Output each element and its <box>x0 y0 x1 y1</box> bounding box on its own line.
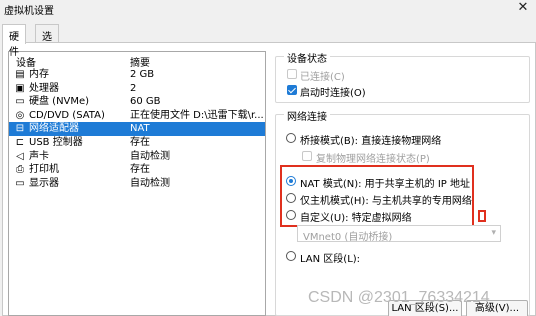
watermark: CSDN @2301_76334214 <box>308 289 490 306</box>
device-row-usb[interactable]: ⊏ USB 控制器 存在 <box>9 136 265 150</box>
device-row-printer[interactable]: ⎙ 打印机 存在 <box>9 163 265 177</box>
lan-segment-radio[interactable] <box>286 251 296 261</box>
device-name: CD/DVD (SATA) <box>29 109 105 121</box>
device-row-display[interactable]: ▭ 显示器 自动检测 <box>9 177 265 191</box>
device-name: 打印机 <box>29 164 59 176</box>
column-summary[interactable]: 摘要 <box>130 54 150 69</box>
device-list-header: 设备 摘要 <box>9 52 265 69</box>
custom-radio[interactable] <box>286 210 296 220</box>
lan-segment-label: LAN 区段(L): <box>300 254 361 265</box>
replicate-checkbox[interactable] <box>302 151 312 161</box>
usb-icon: ⊏ <box>15 136 25 148</box>
device-summary: 正在使用文件 D:\迅雷下载\r... <box>130 109 264 121</box>
connect-at-power-on-label: 启动时连接(O) <box>300 88 366 99</box>
connected-checkbox[interactable] <box>287 69 297 79</box>
device-list: 设备 摘要 ▤ 内存 2 GB ▣ 处理器 2 ▭ 硬盘 (NVMe) 60 G… <box>8 51 266 316</box>
printer-icon: ⎙ <box>16 164 24 176</box>
vm-settings-window: 虚拟机设置 ✕ 硬件 选项 设备 摘要 ▤ 内存 2 GB ▣ 处理器 2 ▭ … <box>0 0 536 316</box>
bridged-radio[interactable] <box>286 133 296 143</box>
device-summary: 2 <box>130 82 137 94</box>
tab-hardware[interactable]: 硬件 <box>2 24 26 58</box>
chevron-down-icon: ▾ <box>491 228 496 238</box>
connect-at-power-on-checkbox[interactable] <box>287 85 297 95</box>
device-name: 显示器 <box>29 177 59 189</box>
sound-icon: ◁ <box>16 150 24 162</box>
close-icon[interactable]: ✕ <box>516 1 530 15</box>
device-summary: 自动检测 <box>130 177 170 189</box>
device-row-sound[interactable]: ◁ 声卡 自动检测 <box>9 150 265 164</box>
device-rows: ▤ 内存 2 GB ▣ 处理器 2 ▭ 硬盘 (NVMe) 60 GB ◎ CD… <box>9 68 265 190</box>
connected-label: 已连接(C) <box>300 72 345 83</box>
device-name: 硬盘 (NVMe) <box>29 96 90 108</box>
host-only-label: 仅主机模式(H): 与主机共享的专用网络 <box>300 196 472 207</box>
column-device[interactable]: 设备 <box>16 54 36 69</box>
device-status-title: 设备状态 <box>284 50 330 65</box>
device-row-processor[interactable]: ▣ 处理器 2 <box>9 82 265 96</box>
cd-icon: ◎ <box>15 109 25 121</box>
nat-radio[interactable] <box>286 176 296 186</box>
device-summary: 60 GB <box>130 96 161 108</box>
device-name: 内存 <box>29 69 49 80</box>
device-summary: 自动检测 <box>130 150 170 162</box>
device-row-network[interactable]: ⊟ 网络适配器 NAT <box>9 122 265 136</box>
custom-network-value: VMnet0 (自动桥接) <box>303 232 393 243</box>
device-name: USB 控制器 <box>29 136 83 148</box>
custom-label: 自定义(U): 特定虚拟网络 <box>300 213 412 224</box>
device-row-memory[interactable]: ▤ 内存 2 GB <box>9 68 265 82</box>
processor-icon: ▣ <box>15 82 25 94</box>
device-summary: 存在 <box>130 164 150 176</box>
title-bar: 虚拟机设置 ✕ <box>0 0 536 18</box>
nat-label: NAT 模式(N): 用于共享主机的 IP 地址 <box>300 179 470 190</box>
device-summary: NAT <box>130 123 150 135</box>
custom-network-select[interactable]: VMnet0 (自动桥接) ▾ <box>297 225 501 243</box>
window-title: 虚拟机设置 <box>4 6 54 17</box>
display-icon: ▭ <box>15 177 25 189</box>
tab-options[interactable]: 选项 <box>35 24 59 58</box>
disk-icon: ▭ <box>15 96 25 108</box>
host-only-radio[interactable] <box>286 193 296 203</box>
network-icon: ⊟ <box>15 123 25 135</box>
memory-icon: ▤ <box>15 69 25 80</box>
highlight-mark <box>478 210 486 222</box>
device-row-disk[interactable]: ▭ 硬盘 (NVMe) 60 GB <box>9 95 265 109</box>
network-connection-title: 网络连接 <box>284 108 330 123</box>
replicate-label: 复制物理网络连接状态(P) <box>316 154 430 165</box>
device-name: 网络适配器 <box>29 123 79 135</box>
device-name: 声卡 <box>29 150 49 162</box>
device-name: 处理器 <box>29 82 59 94</box>
device-summary: 2 GB <box>130 69 155 80</box>
device-summary: 存在 <box>130 136 150 148</box>
device-row-cd[interactable]: ◎ CD/DVD (SATA) 正在使用文件 D:\迅雷下载\r... <box>9 109 265 123</box>
bridged-label: 桥接模式(B): 直接连接物理网络 <box>300 136 442 147</box>
